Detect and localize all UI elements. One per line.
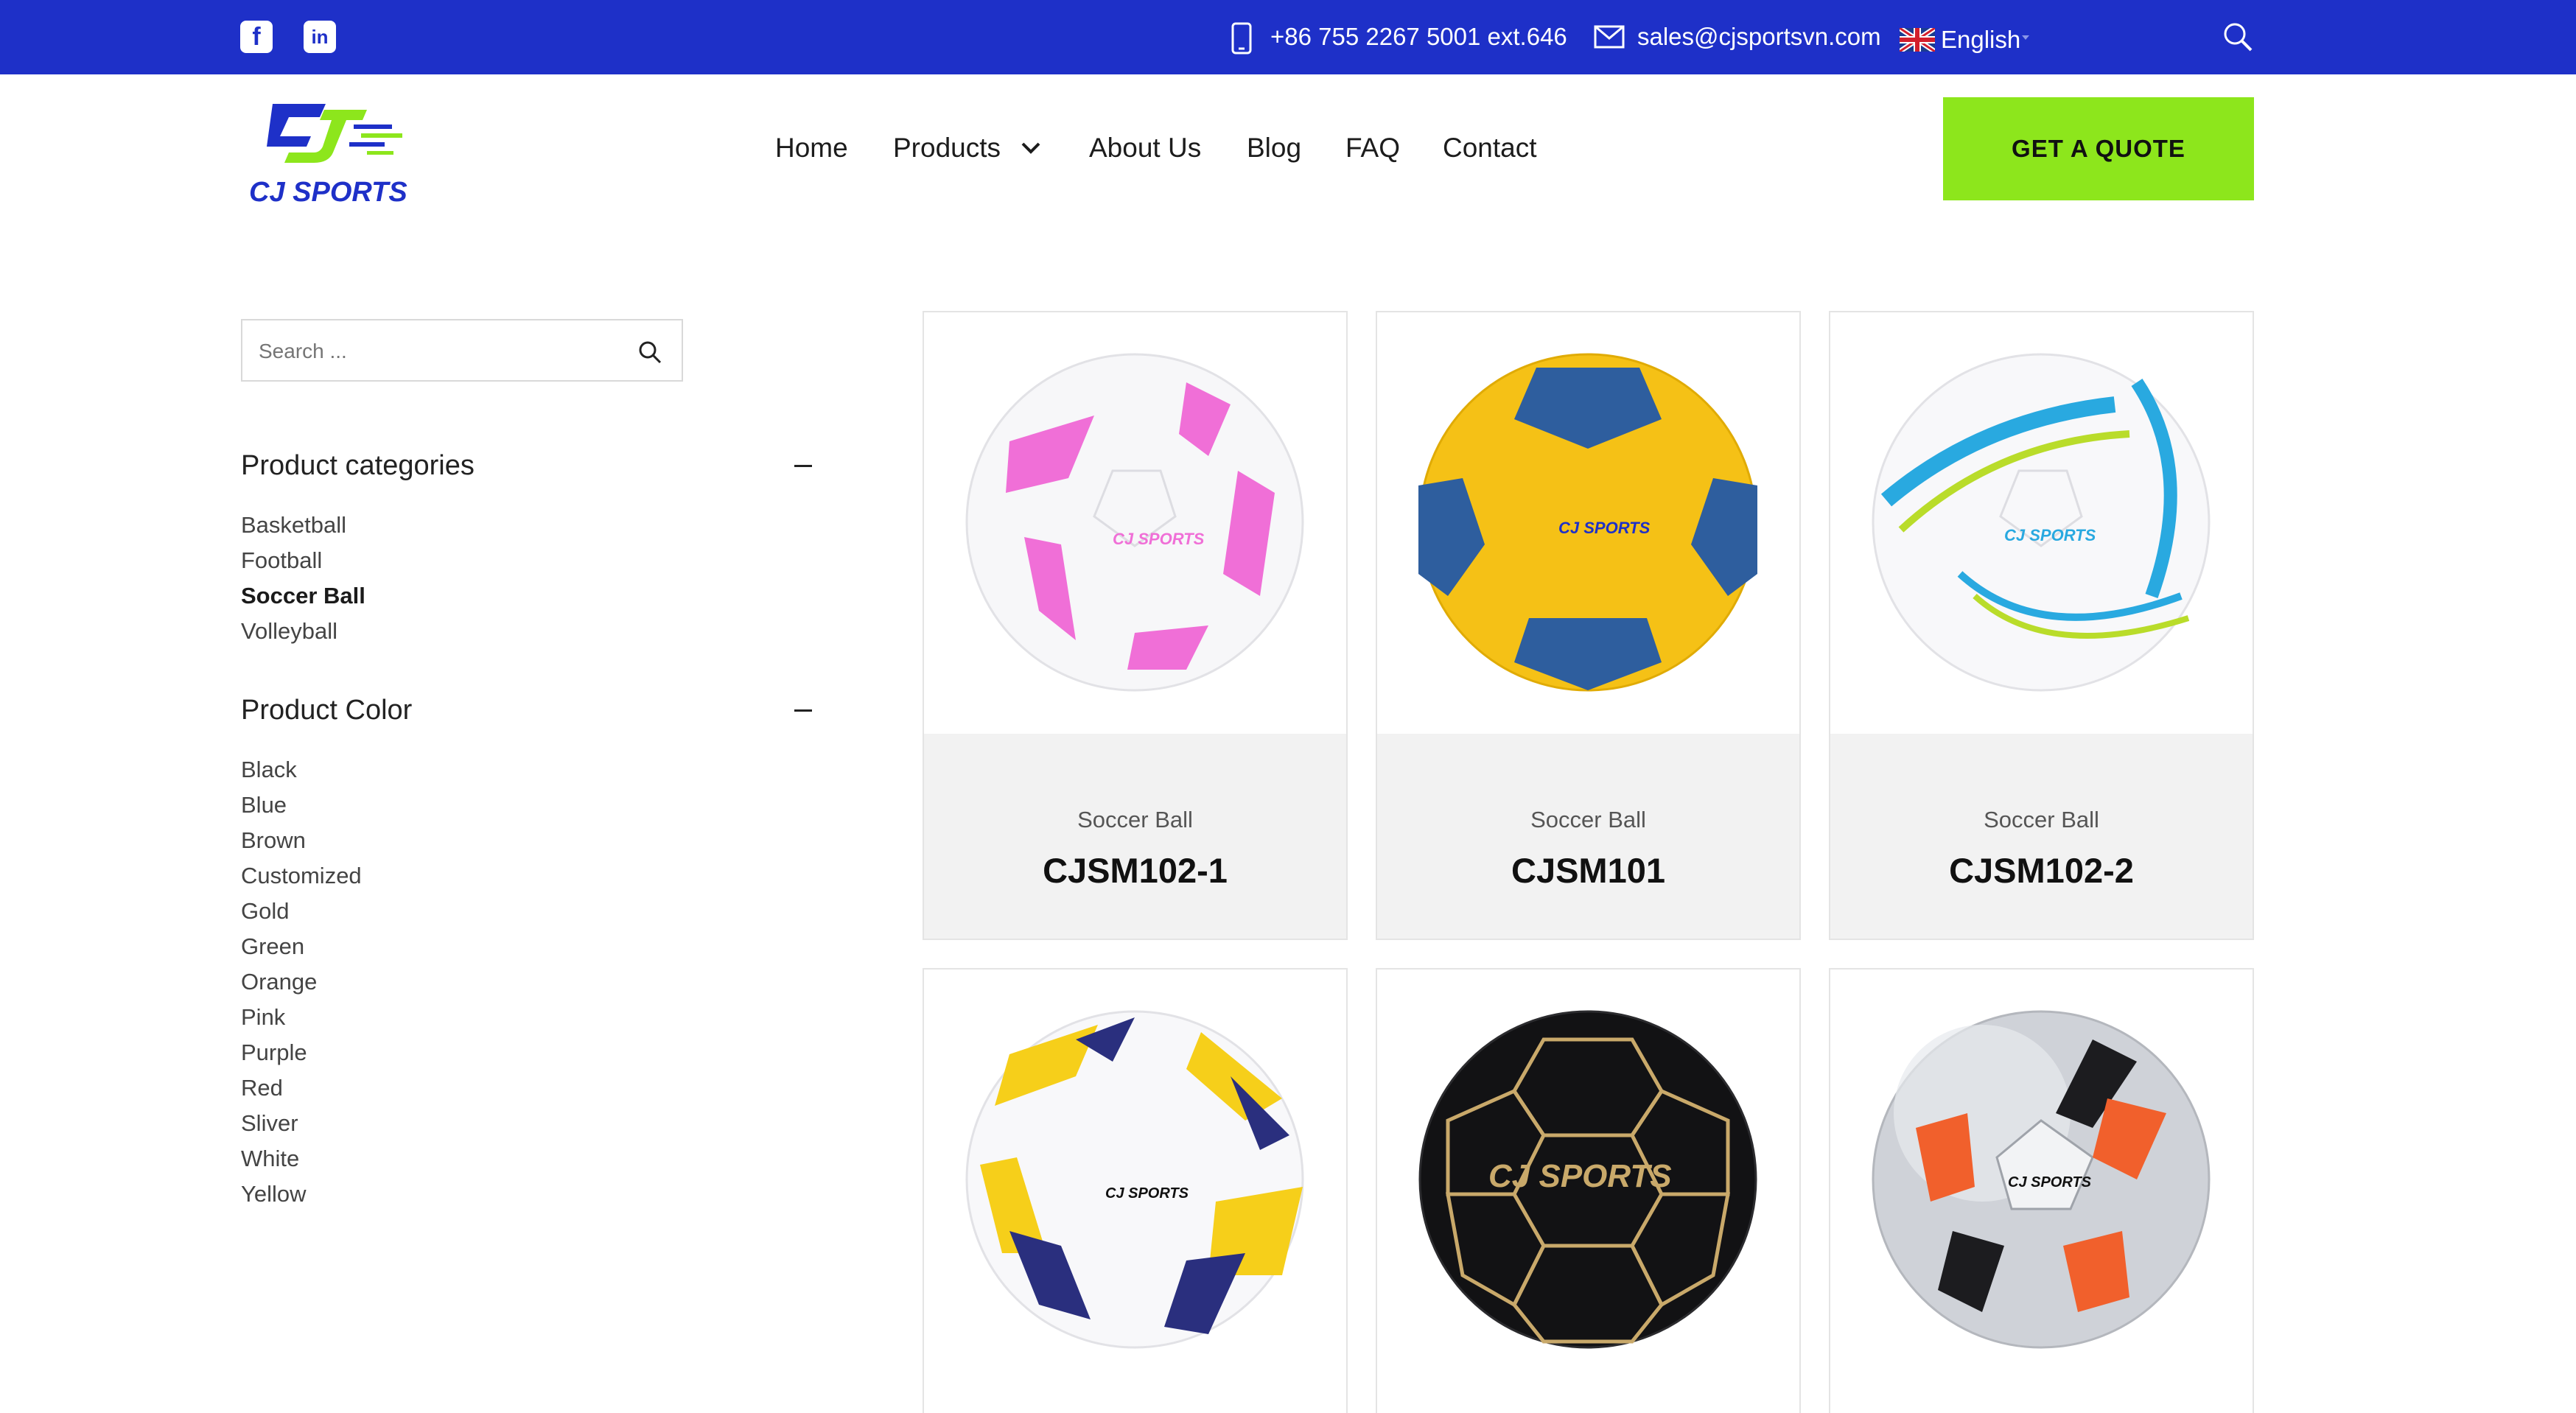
product-info: Soccer Ball CJSM101 — [1377, 734, 1799, 939]
soccer-ball-image: CJ SPORTS — [965, 353, 1304, 692]
product-image[interactable]: CJ SPORTS — [1377, 970, 1799, 1391]
product-color-heading: Product Color — [241, 695, 413, 726]
logo-text: CJ SPORTS — [249, 177, 407, 208]
product-category[interactable]: Soccer Ball — [924, 807, 1346, 833]
product-image[interactable]: CJ SPORTS — [1377, 312, 1799, 734]
soccer-ball-image: CJ SPORTS — [1418, 353, 1757, 692]
color-white[interactable]: White — [241, 1144, 299, 1174]
product-card[interactable]: CJ SPORTS Soccer Ball CJSM102-1 — [923, 311, 1348, 940]
color-black[interactable]: Black — [241, 755, 297, 785]
color-orange[interactable]: Orange — [241, 967, 317, 997]
color-customized[interactable]: Customized — [241, 861, 362, 891]
product-card[interactable]: CJ SPORTS — [1376, 968, 1801, 1413]
phone-number[interactable]: +86 755 2267 5001 ext.646 — [1270, 21, 1567, 53]
collapse-color-icon[interactable] — [794, 709, 812, 712]
collapse-categories-icon[interactable] — [794, 465, 812, 467]
nav-products[interactable]: Products — [893, 130, 1001, 166]
svg-text:CJ SPORTS: CJ SPORTS — [1113, 530, 1205, 548]
soccer-ball-image: CJ SPORTS — [1418, 1010, 1757, 1349]
product-image[interactable]: CJ SPORTS — [924, 312, 1346, 734]
color-green[interactable]: Green — [241, 932, 304, 961]
search-icon[interactable] — [637, 340, 662, 365]
product-name[interactable]: CJSM102-1 — [924, 850, 1346, 891]
category-basketball[interactable]: Basketball — [241, 511, 346, 540]
nav-blog[interactable]: Blog — [1247, 130, 1301, 166]
linkedin-icon[interactable]: in — [304, 21, 336, 53]
search-icon[interactable] — [2222, 21, 2254, 53]
soccer-ball-image: CJ SPORTS — [965, 1010, 1304, 1349]
category-football[interactable]: Football — [241, 546, 322, 575]
product-image[interactable]: CJ SPORTS — [924, 970, 1346, 1391]
product-name[interactable]: CJSM102-2 — [1830, 850, 2253, 891]
color-purple[interactable]: Purple — [241, 1038, 307, 1067]
svg-text:CJ SPORTS: CJ SPORTS — [2004, 526, 2096, 544]
nav-home[interactable]: Home — [775, 130, 848, 166]
uk-flag-icon — [1900, 28, 1935, 52]
nav-contact[interactable]: Contact — [1443, 130, 1537, 166]
soccer-ball-image: CJ SPORTS — [1872, 1010, 2211, 1349]
phone-icon — [1231, 22, 1252, 55]
cj-sports-logo[interactable]: CJ SPORTS — [243, 92, 413, 210]
chevron-down-icon[interactable] — [2020, 34, 2031, 41]
svg-text:CJ SPORTS: CJ SPORTS — [2008, 1174, 2092, 1191]
product-categories-heading: Product categories — [241, 450, 475, 481]
product-category[interactable]: Soccer Ball — [1377, 807, 1799, 833]
sidebar-search-input[interactable] — [259, 335, 612, 368]
color-yellow[interactable]: Yellow — [241, 1179, 306, 1209]
language-selector[interactable]: English — [1941, 24, 2020, 56]
color-blue[interactable]: Blue — [241, 790, 287, 820]
category-volleyball[interactable]: Volleyball — [241, 617, 337, 646]
color-pink[interactable]: Pink — [241, 1003, 285, 1032]
product-info: Soccer Ball CJSM102-1 — [924, 734, 1346, 939]
svg-text:CJ SPORTS: CJ SPORTS — [1105, 1185, 1189, 1202]
product-image[interactable]: CJ SPORTS — [1830, 312, 2253, 734]
products-dropdown-chevron-icon[interactable] — [1020, 140, 1042, 156]
top-bar: f in +86 755 2267 5001 ext.646 sales@cjs… — [0, 0, 2576, 74]
soccer-ball-image: CJ SPORTS — [1872, 353, 2211, 692]
color-red[interactable]: Red — [241, 1073, 283, 1103]
get-a-quote-button[interactable]: GET A QUOTE — [1943, 97, 2254, 200]
product-card[interactable]: CJ SPORTS Soccer Ball CJSM101 — [1376, 311, 1801, 940]
product-card[interactable]: CJ SPORTS Soccer Ball CJSM102-2 — [1829, 311, 2254, 940]
email-icon — [1594, 25, 1625, 49]
svg-text:CJ SPORTS: CJ SPORTS — [1488, 1158, 1672, 1194]
color-brown[interactable]: Brown — [241, 826, 306, 855]
nav-faq[interactable]: FAQ — [1345, 130, 1400, 166]
product-category[interactable]: Soccer Ball — [1830, 807, 2253, 833]
product-card[interactable]: CJ SPORTS — [923, 968, 1348, 1413]
color-sliver[interactable]: Sliver — [241, 1109, 298, 1138]
product-card[interactable]: CJ SPORTS — [1829, 968, 2254, 1413]
color-gold[interactable]: Gold — [241, 897, 289, 926]
svg-text:CJ SPORTS: CJ SPORTS — [1558, 519, 1651, 537]
product-name[interactable]: CJSM101 — [1377, 850, 1799, 891]
nav-about-us[interactable]: About Us — [1089, 130, 1201, 166]
facebook-icon[interactable]: f — [240, 21, 273, 53]
product-image[interactable]: CJ SPORTS — [1830, 970, 2253, 1391]
email-address[interactable]: sales@cjsportsvn.com — [1637, 21, 1881, 53]
category-soccer-ball[interactable]: Soccer Ball — [241, 581, 365, 611]
product-info: Soccer Ball CJSM102-2 — [1830, 734, 2253, 939]
sidebar-search — [241, 319, 683, 382]
